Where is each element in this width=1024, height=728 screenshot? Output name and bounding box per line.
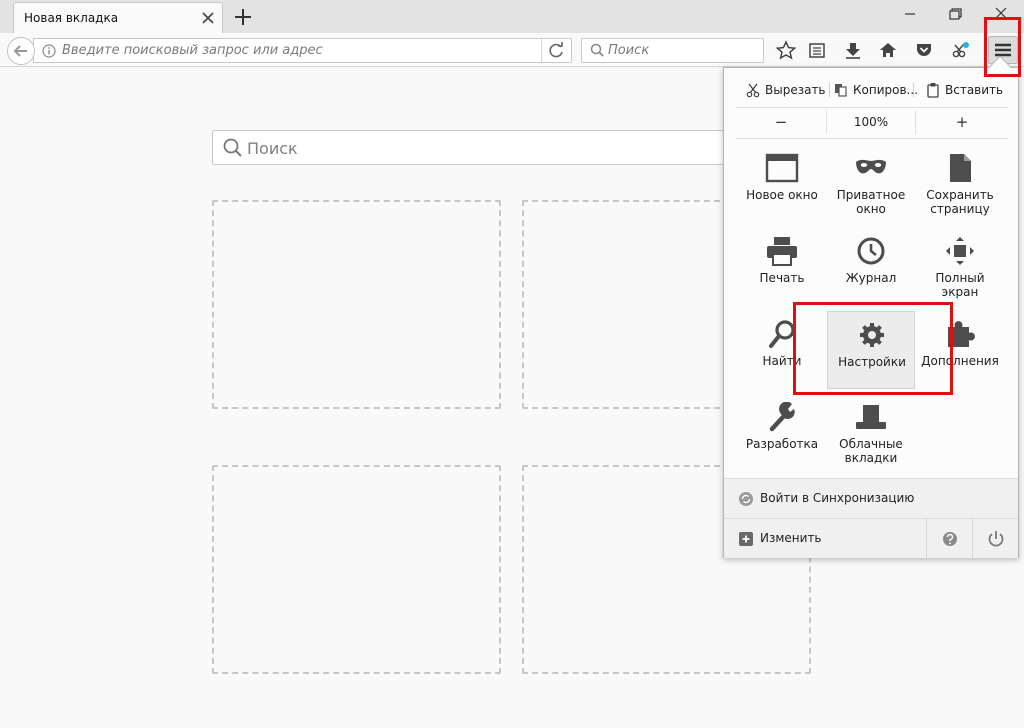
developer-button[interactable]: Разработка [738, 394, 826, 472]
fullscreen-button[interactable]: Полный экран [916, 228, 1004, 306]
help-icon [943, 532, 957, 546]
fullscreen-icon [946, 237, 974, 265]
zoom-out-button[interactable]: − [736, 110, 826, 134]
restore-icon[interactable] [940, 4, 970, 24]
newtab-search-box[interactable]: Поиск [212, 130, 812, 165]
minimize-icon[interactable] [895, 4, 925, 24]
edit-separator [829, 83, 830, 97]
customize-plus-icon [739, 532, 753, 546]
close-tab-icon[interactable] [200, 10, 216, 26]
zoom-in-button[interactable]: + [916, 110, 1008, 134]
reload-icon [549, 42, 563, 58]
settings-label: Настройки [838, 355, 906, 369]
panel-footer: Изменить [724, 518, 1018, 559]
info-icon[interactable] [42, 44, 56, 58]
find-button[interactable]: Найти [738, 311, 826, 389]
back-button[interactable] [7, 37, 35, 65]
help-button[interactable] [926, 519, 972, 559]
fullscreen-label: Полный экран [935, 271, 985, 299]
gear-icon [860, 323, 884, 347]
zoom-reset-button[interactable]: 100% [826, 110, 916, 134]
synced-tabs-label: Облачные вкладки [839, 437, 903, 465]
sync-signin-button[interactable]: Войти в Синхронизацию [724, 478, 1018, 518]
cloud-tabs-icon [856, 405, 886, 429]
search-icon [590, 43, 604, 57]
close-window-icon[interactable] [986, 4, 1016, 24]
new-window-button[interactable]: Новое окно [738, 145, 826, 223]
private-window-button[interactable]: Приватное окно [827, 145, 915, 223]
copy-label: Копиров... [853, 83, 918, 97]
clipboard-icon [927, 83, 939, 98]
address-input[interactable]: Введите поисковый запрос или адрес [62, 43, 323, 58]
top-site-tile[interactable] [212, 465, 501, 674]
edit-controls: Вырезать Копиров... Вставить [736, 78, 1008, 102]
tab-title: Новая вкладка [24, 11, 119, 25]
edit-separator [913, 83, 914, 97]
bookmark-star-icon[interactable] [772, 37, 800, 63]
cut-button[interactable]: Вырезать [746, 78, 826, 102]
reload-button[interactable] [541, 39, 571, 62]
power-icon [988, 531, 1004, 547]
home-icon[interactable] [874, 37, 902, 63]
separator [736, 138, 1008, 139]
new-tab-plus-icon[interactable] [232, 6, 254, 28]
puzzle-icon [948, 321, 975, 347]
sync-label: Войти в Синхронизацию [760, 491, 915, 505]
settings-button[interactable]: Настройки [827, 311, 915, 389]
tab-strip: Новая вкладка [0, 0, 1024, 33]
address-bar[interactable]: Введите поисковый запрос или адрес [33, 38, 572, 63]
copy-button[interactable]: Копиров... [834, 78, 918, 102]
zoom-controls: − 100% + [736, 110, 1008, 134]
back-arrow-icon [13, 45, 27, 57]
scissors-icon [746, 83, 760, 98]
search-icon [223, 138, 242, 157]
app-menu-panel: Вырезать Копиров... Вставить − 100% + Но… [723, 55, 1019, 559]
wrench-icon [769, 402, 795, 432]
pocket-icon[interactable] [910, 37, 938, 63]
addons-label: Дополнения [921, 354, 999, 368]
history-label: Журнал [845, 271, 897, 285]
save-page-button[interactable]: Сохранить страницу [916, 145, 1004, 223]
history-button[interactable]: Журнал [827, 228, 915, 306]
top-site-tile[interactable] [212, 200, 501, 409]
sync-icon [739, 492, 753, 506]
print-button[interactable]: Печать [738, 228, 826, 306]
developer-label: Разработка [745, 437, 819, 451]
copy-icon [835, 84, 847, 97]
print-label: Печать [759, 271, 805, 285]
window-icon [765, 153, 799, 183]
bookmarks-menu-icon[interactable] [803, 37, 831, 63]
synced-tabs-button[interactable]: Облачные вкладки [827, 394, 915, 472]
search-bar[interactable]: Поиск [581, 38, 764, 63]
page-icon [950, 154, 971, 182]
quit-button[interactable] [972, 519, 1018, 559]
search-input[interactable]: Поиск [608, 43, 649, 58]
customize-button[interactable]: Изменить [724, 519, 924, 559]
paste-button[interactable]: Вставить [926, 78, 1003, 102]
new-window-label: Новое окно [746, 188, 818, 202]
navigation-toolbar: Введите поисковый запрос или адрес Поиск [0, 33, 1024, 67]
printer-icon [767, 237, 797, 266]
downloads-icon[interactable] [839, 37, 867, 63]
find-label: Найти [762, 354, 802, 368]
tab-new-tab[interactable]: Новая вкладка [13, 2, 223, 33]
customize-label: Изменить [760, 531, 822, 545]
newtab-search-input[interactable]: Поиск [247, 139, 298, 158]
cut-label: Вырезать [765, 83, 826, 97]
magnifier-icon [769, 320, 795, 348]
separator [736, 107, 1008, 108]
save-page-label: Сохранить страницу [926, 188, 994, 216]
clock-icon [857, 237, 885, 265]
mask-icon [856, 159, 886, 174]
screenshot-icon[interactable] [946, 37, 974, 63]
paste-label: Вставить [945, 83, 1004, 97]
addons-button[interactable]: Дополнения [916, 311, 1004, 389]
private-window-label: Приватное окно [836, 188, 906, 216]
